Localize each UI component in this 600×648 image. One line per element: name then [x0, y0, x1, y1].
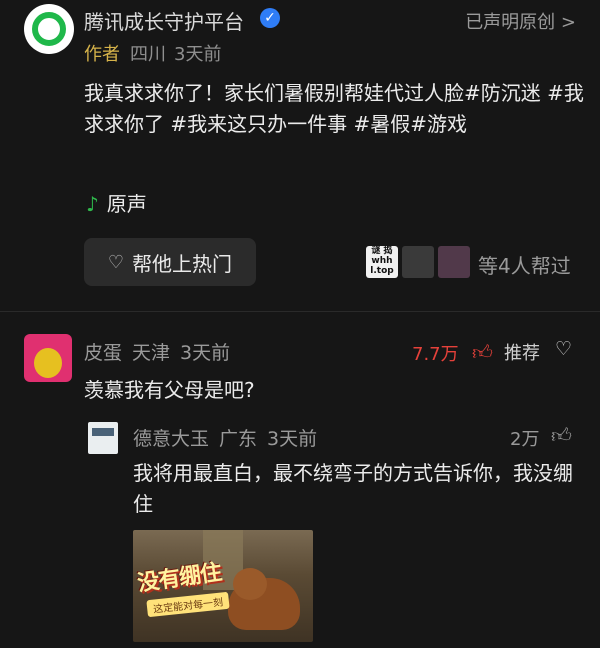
meme-image[interactable]: 没有绷住 这定能对每一刻 — [133, 530, 313, 642]
recommend-button[interactable]: 推荐 — [504, 339, 540, 365]
reply-meta: 德意大玉 广东 3天前 — [133, 424, 327, 451]
sound-link[interactable]: ♪ 原声 — [86, 188, 147, 217]
heart-outline-icon[interactable]: ♡ — [555, 338, 572, 360]
author-avatar[interactable] — [24, 4, 74, 54]
thumb-up-icon[interactable]: 👍︎ — [551, 423, 572, 448]
comment-time: 3天前 — [180, 342, 231, 364]
post-location: 四川 — [130, 44, 166, 65]
reply-text: 我将用最直白，最不绕弯子的方式告诉你，我没绷住 — [133, 461, 573, 516]
post-time: 3天前 — [174, 44, 222, 65]
reply-time: 3天前 — [267, 428, 318, 450]
music-note-icon: ♪ — [86, 192, 99, 216]
author-name[interactable]: 腾讯成长守护平台 — [84, 6, 244, 35]
replier-avatar[interactable] — [88, 422, 118, 454]
meme-title: 没有绷住 — [136, 560, 223, 597]
verified-check-icon: ✓ — [260, 8, 280, 28]
post-text: 我真求求你了！家长们暑假别帮娃代过人脸#防沉迷 #我求求你了 #我来这只办一件事… — [84, 81, 584, 136]
helper-avatar[interactable] — [438, 246, 470, 278]
thumb-up-icon[interactable]: 👍︎ — [472, 340, 493, 365]
comment-like-count: 7.7万 — [412, 344, 459, 365]
divider — [0, 311, 600, 312]
helper-avatar[interactable]: 谜 捣 whh l.top — [366, 246, 398, 278]
heart-icon: ♡ — [107, 251, 125, 273]
meme-subtitle: 这定能对每一刻 — [146, 591, 230, 618]
comment-text: 羡慕我有父母是吧? — [84, 378, 255, 402]
sound-label: 原声 — [106, 192, 147, 216]
comment-meta: 皮蛋 天津 3天前 — [84, 338, 240, 365]
reply-location: 广东 — [219, 428, 258, 450]
declared-original-link[interactable]: 已声明原创 > — [465, 8, 576, 34]
boost-hot-label: 帮他上热门 — [132, 251, 233, 276]
helpers-count[interactable]: 等4人帮过 — [478, 250, 571, 279]
post-meta: 作者 四川 3天前 — [84, 40, 221, 66]
comment-location: 天津 — [132, 342, 171, 364]
author-tag: 作者 — [84, 44, 120, 65]
commenter-name[interactable]: 皮蛋 — [84, 342, 122, 364]
reply-like-count: 2万 — [510, 429, 540, 450]
commenter-avatar[interactable] — [24, 334, 72, 382]
boost-hot-button[interactable]: ♡ 帮他上热门 — [84, 238, 256, 286]
replier-name[interactable]: 德意大玉 — [133, 428, 209, 450]
helper-avatar[interactable] — [402, 246, 434, 278]
